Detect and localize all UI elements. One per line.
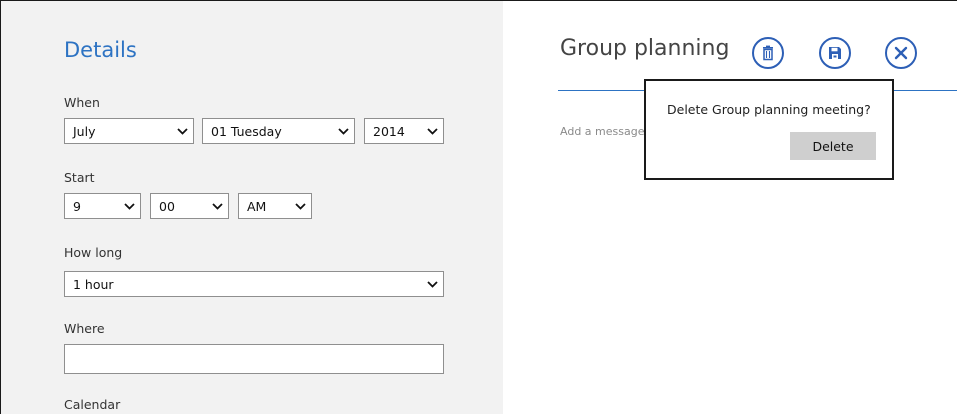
trash-icon xyxy=(763,45,773,61)
delete-button[interactable] xyxy=(752,37,784,69)
ampm-select[interactable]: AM xyxy=(238,193,312,219)
month-value: July xyxy=(73,123,96,139)
duration-value: 1 hour xyxy=(73,276,114,292)
hour-value: 9 xyxy=(73,198,81,214)
minute-select[interactable]: 00 xyxy=(150,193,229,219)
message-input[interactable]: Add a message xyxy=(560,125,644,138)
delete-confirmation-text: Delete Group planning meeting? xyxy=(667,102,871,117)
day-value: 01 Tuesday xyxy=(211,123,282,139)
duration-select[interactable]: 1 hour xyxy=(64,271,444,297)
start-label: Start xyxy=(64,170,95,185)
details-heading: Details xyxy=(64,38,137,62)
confirm-delete-button[interactable]: Delete xyxy=(790,132,876,160)
ampm-value: AM xyxy=(247,198,267,214)
day-select[interactable]: 01 Tuesday xyxy=(202,118,355,144)
where-label: Where xyxy=(64,321,105,336)
chevron-down-icon xyxy=(421,280,443,288)
save-button[interactable] xyxy=(819,37,851,69)
year-select[interactable]: 2014 xyxy=(364,118,444,144)
delete-confirmation-flyout: Delete Group planning meeting? Delete xyxy=(644,79,894,180)
hour-select[interactable]: 9 xyxy=(64,193,141,219)
chevron-down-icon xyxy=(332,127,354,135)
chevron-down-icon xyxy=(421,127,443,135)
minute-value: 00 xyxy=(159,198,175,214)
year-value: 2014 xyxy=(373,123,405,139)
chevron-down-icon xyxy=(206,202,228,210)
when-label: When xyxy=(64,95,100,110)
howlong-label: How long xyxy=(64,245,123,260)
event-title[interactable]: Group planning xyxy=(560,36,729,61)
chevron-down-icon xyxy=(171,127,193,135)
save-icon xyxy=(829,47,841,59)
chevron-down-icon xyxy=(289,202,311,210)
month-select[interactable]: July xyxy=(64,118,194,144)
where-input[interactable] xyxy=(64,344,444,374)
close-button[interactable] xyxy=(885,37,917,69)
chevron-down-icon xyxy=(118,202,140,210)
calendar-label: Calendar xyxy=(64,397,121,412)
close-icon xyxy=(894,46,908,60)
